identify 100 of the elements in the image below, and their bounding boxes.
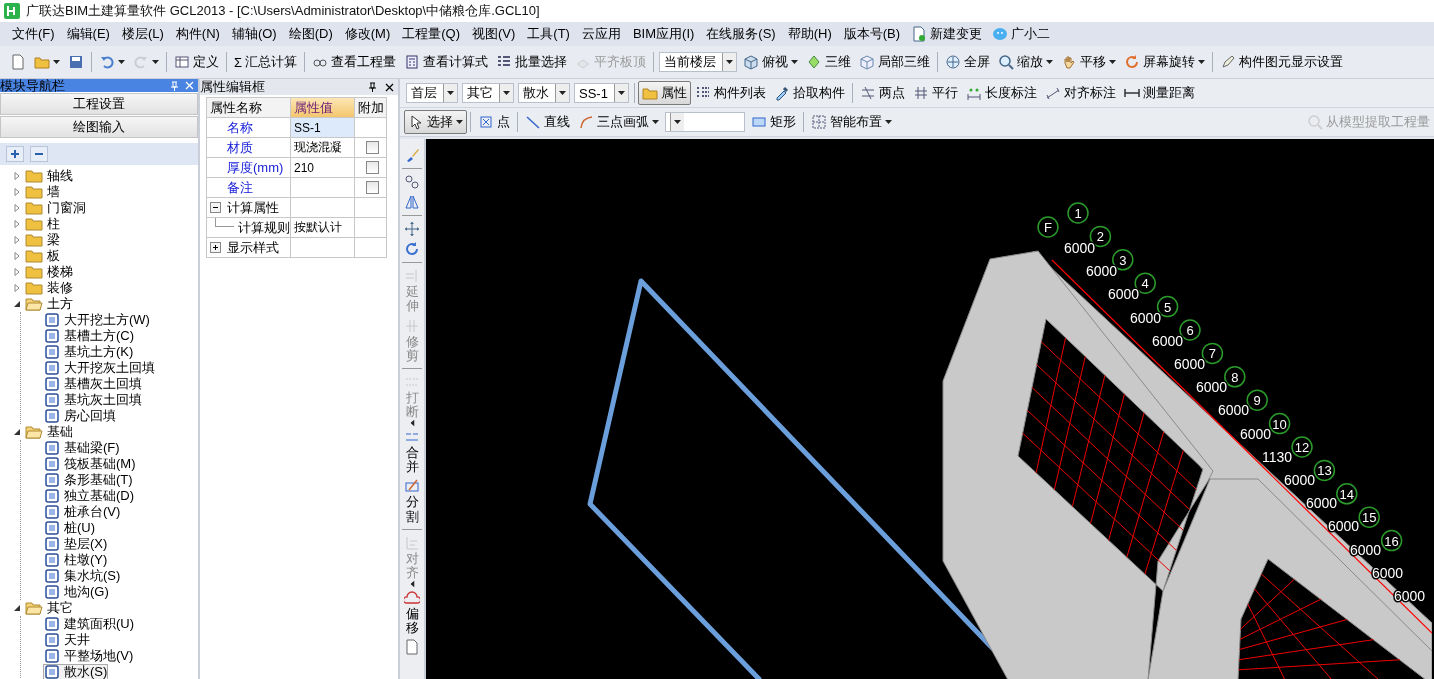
tree-item[interactable]: 建筑面积(U) [43, 616, 136, 632]
tree-item[interactable]: 柱墩(Y) [43, 552, 109, 568]
menu-item[interactable]: 文件(F) [6, 23, 61, 45]
tree-folder-item[interactable]: 门窗洞 [0, 200, 87, 216]
tree-folder-item[interactable]: 土方 [0, 296, 74, 312]
expand-arrow-icon[interactable] [13, 204, 21, 212]
menu-item[interactable]: 版本号(B) [837, 23, 907, 45]
screen-rotate-button[interactable]: 屏幕旋转 [1120, 50, 1210, 74]
menu-item[interactable]: 修改(M) [338, 23, 397, 45]
property-value[interactable]: SS-1 [291, 118, 355, 138]
section-button[interactable]: 工程设置 [0, 93, 198, 115]
partial-3d-button[interactable]: 局部三维 [855, 50, 935, 74]
pin-icon[interactable] [368, 82, 377, 92]
pick-component-button[interactable]: 拾取构件 [769, 81, 849, 105]
full-screen-button[interactable]: 全屏 [941, 50, 995, 74]
expand-arrow-icon[interactable] [13, 268, 21, 276]
menu-item[interactable]: 云应用 [575, 23, 627, 45]
menu-item[interactable]: 绘图(D) [282, 23, 339, 45]
sum-button[interactable]: Σ 汇总计算 [230, 50, 302, 74]
copy-button[interactable] [404, 172, 420, 192]
tree-item[interactable]: 条形基础(T) [43, 472, 134, 488]
tree-item[interactable]: 基坑土方(K) [43, 344, 135, 360]
zoom-button[interactable]: 缩放 [994, 50, 1058, 74]
view-quantity-button[interactable]: 查看工程量 [308, 50, 401, 74]
properties-button[interactable]: 属性 [637, 81, 691, 105]
tree-folder-item[interactable]: 装修 [0, 280, 74, 296]
dropdown-field[interactable]: 当前楼层 [659, 52, 738, 72]
collapse-all-button[interactable] [30, 146, 48, 162]
checkbox[interactable] [365, 161, 379, 174]
collapse-arrow-icon[interactable] [13, 604, 21, 612]
expand-arrow-icon[interactable] [13, 188, 21, 196]
point-button[interactable]: 点 [474, 110, 514, 134]
batch-select-button[interactable]: 批量选择 [492, 50, 572, 74]
section-button[interactable]: 绘图输入 [0, 116, 198, 138]
expand-toggle-icon[interactable] [210, 242, 221, 253]
component-list-button[interactable]: 构件列表 [690, 81, 770, 105]
property-value[interactable]: 现浇混凝 [291, 138, 355, 158]
tree-folder-item[interactable]: 柱 [0, 216, 61, 232]
length-dimension-button[interactable]: 长度标注 [961, 81, 1041, 105]
dropdown-field[interactable]: 其它 [462, 83, 514, 103]
smart-layout-button[interactable]: 智能布置 [807, 110, 896, 134]
tree-folder-item[interactable]: 楼梯 [0, 264, 74, 280]
dropdown-field[interactable]: SS-1 [574, 83, 629, 103]
parallel-button[interactable]: 平行 [908, 81, 962, 105]
tree-item[interactable]: 集水坑(S) [43, 568, 122, 584]
display-settings-button[interactable]: 构件图元显示设置 [1216, 50, 1348, 74]
pan-button[interactable]: 平移 [1057, 50, 1121, 74]
view-formula-button[interactable]: 查看计算式 [400, 50, 493, 74]
checkbox[interactable] [365, 181, 379, 194]
tree-item[interactable]: 筏板基础(M) [43, 456, 137, 472]
move-button[interactable] [404, 219, 420, 239]
offset-button[interactable]: 偏移 [404, 587, 420, 638]
assistant-button[interactable]: 广小二 [987, 23, 1056, 45]
tree-item[interactable]: 平整场地(V) [43, 648, 135, 664]
expand-arrow-icon[interactable] [13, 172, 21, 180]
menu-item[interactable]: 工具(T) [521, 23, 576, 45]
tree-item[interactable]: 基槽土方(C) [43, 328, 136, 344]
tree-item[interactable]: 基槽灰土回填 [43, 376, 143, 392]
rectangle-button[interactable]: 矩形 [747, 110, 800, 134]
top-view-button[interactable]: 俯视 [739, 50, 803, 74]
menu-item[interactable]: BIM应用(I) [626, 23, 701, 45]
property-value[interactable]: 210 [291, 158, 355, 178]
tree-folder-item[interactable]: 轴线 [0, 168, 74, 184]
new-change-button[interactable]: 新建变更 [906, 23, 988, 45]
arc-button[interactable]: 三点画弧 [574, 110, 663, 134]
line-button[interactable]: 直线 [521, 110, 574, 134]
tree-folder-item[interactable]: 梁 [0, 232, 61, 248]
perspective-button[interactable]: 三维 [802, 50, 856, 74]
menu-item[interactable]: 帮助(H) [781, 23, 838, 45]
tree-folder-item[interactable]: 基础 [0, 424, 74, 440]
menu-item[interactable]: 视图(V) [466, 23, 522, 45]
tree-item[interactable]: 桩承台(V) [43, 504, 122, 520]
stretch-button[interactable] [404, 637, 420, 658]
two-points-button[interactable]: 两点 [855, 81, 909, 105]
property-value[interactable]: 按默认计 [291, 218, 355, 238]
dropdown-field[interactable] [665, 112, 745, 132]
tree-folder-item[interactable]: 其它 [0, 600, 74, 616]
tree-item[interactable]: 天井 [43, 632, 91, 648]
measure-distance-button[interactable]: 测量距离 [1119, 81, 1199, 105]
tree-item[interactable]: 房心回填 [43, 408, 117, 424]
expand-arrow-icon[interactable] [13, 252, 21, 260]
collapse-toggle-icon[interactable] [210, 202, 221, 213]
expand-arrow-icon[interactable] [13, 220, 21, 228]
define-button[interactable]: 定义 [170, 50, 223, 74]
tree-folder-item[interactable]: 墙 [0, 184, 61, 200]
dropdown-field[interactable]: 散水 [518, 83, 570, 103]
tree-item[interactable]: 独立基础(D) [43, 488, 136, 504]
collapse-arrow-icon[interactable] [13, 300, 21, 308]
checkbox[interactable] [365, 141, 379, 154]
tree-item[interactable]: 垫层(X) [43, 536, 109, 552]
menu-item[interactable]: 辅轴(O) [225, 23, 283, 45]
menu-item[interactable]: 构件(N) [169, 23, 226, 45]
close-icon[interactable] [385, 82, 394, 92]
tree-folder-item[interactable]: 板 [0, 248, 61, 264]
tree-item[interactable]: 基坑灰土回填 [43, 392, 143, 408]
tree-item[interactable]: 基础梁(F) [43, 440, 121, 456]
tree-item[interactable]: 桩(U) [43, 520, 97, 536]
merge-button[interactable]: 合并 [404, 426, 420, 477]
aligned-dimension-button[interactable]: 对齐标注 [1040, 81, 1120, 105]
tree-item[interactable]: 大开挖土方(W) [43, 312, 151, 328]
